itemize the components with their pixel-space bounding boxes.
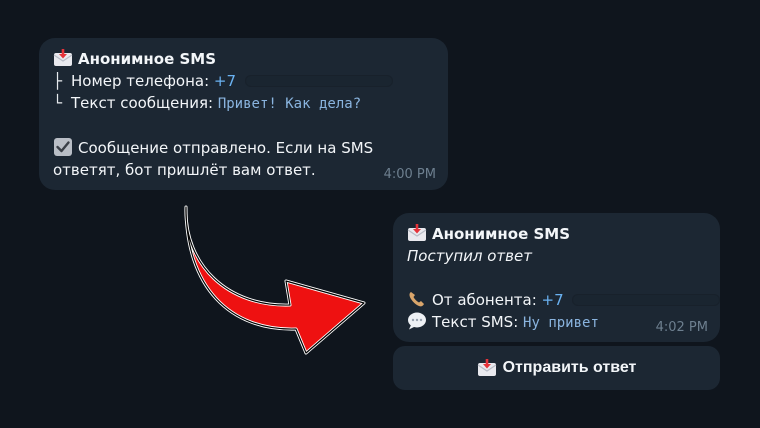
redacted-phone — [572, 294, 721, 306]
checkbox-check-icon — [54, 138, 72, 156]
message-subtitle: Поступил ответ — [407, 247, 532, 265]
from-label: От абонента: — [432, 291, 537, 309]
tree-end-glyph: └ — [53, 94, 63, 112]
phone-number-link[interactable]: +7 — [214, 72, 236, 90]
status-text-line1: Сообщение отправлено. Если на SMS — [78, 139, 374, 157]
envelope-icon — [407, 224, 427, 241]
send-reply-button[interactable]: Отправить ответ — [393, 346, 720, 390]
status-text-line2: ответят, бот пришлёт вам ответ. — [53, 161, 316, 179]
envelope-icon — [477, 359, 496, 376]
sms-text-label: Текст SMS: — [432, 313, 519, 331]
message-text-row: └ Текст сообщения: Привет! Как дела? — [53, 92, 434, 115]
message-title: Анонимное SMS — [432, 225, 571, 243]
message-title-row: Анонимное SMS — [53, 48, 434, 70]
sent-message-bubble: Анонимное SMS ├ Номер телефона: +7 └ Текст… — [39, 38, 448, 190]
tree-branch-glyph: ├ — [53, 72, 63, 90]
message-timestamp: 4:02 PM — [655, 320, 708, 335]
speech-bubble-icon — [408, 312, 426, 330]
red-curved-arrow-icon — [184, 205, 366, 355]
from-number-link[interactable]: +7 — [542, 291, 564, 309]
status-row: Сообщение отправлено. Если на SMS — [53, 137, 434, 159]
from-row: От абонента: +7 — [407, 289, 721, 311]
telephone-icon — [409, 292, 424, 307]
message-title-row: Анонимное SMS — [407, 223, 706, 245]
envelope-icon — [53, 49, 73, 66]
message-text-code[interactable]: Привет! Как дела? — [218, 96, 361, 112]
message-text-label: Текст сообщения: — [71, 94, 214, 112]
received-message-bubble: Анонимное SMS Поступил ответ От абонента… — [393, 213, 721, 342]
sms-text-code[interactable]: Ну привет — [523, 315, 599, 331]
redacted-phone — [244, 75, 393, 87]
phone-label: Номер телефона: — [71, 72, 210, 90]
message-timestamp: 4:00 PM — [383, 167, 436, 182]
phone-row: ├ Номер телефона: +7 — [53, 70, 434, 92]
send-reply-label: Отправить ответ — [502, 359, 637, 376]
status-row-2: ответят, бот пришлёт вам ответ. — [53, 159, 434, 181]
message-title: Анонимное SMS — [78, 50, 217, 68]
